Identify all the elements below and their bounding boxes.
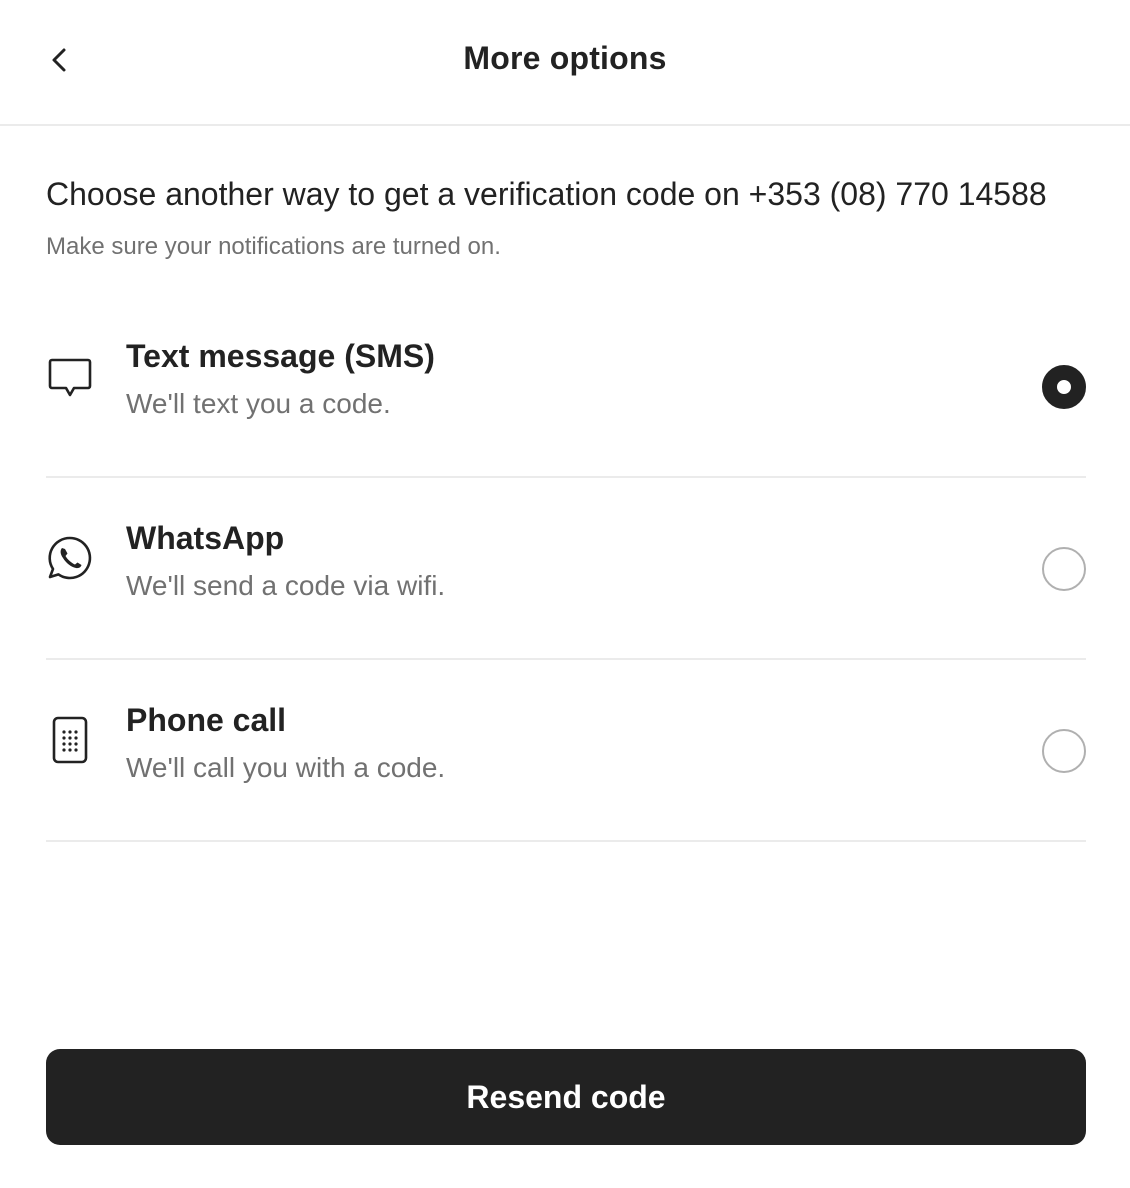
option-sms[interactable]: Text message (SMS) We'll text you a code… (46, 296, 1086, 478)
whatsapp-icon (46, 534, 94, 582)
phone-keypad-icon (46, 716, 94, 764)
intro-subtext: Make sure your notifications are turned … (46, 233, 501, 260)
option-phone-call-title: Phone call (126, 702, 287, 738)
option-whatsapp[interactable]: WhatsApp We'll send a code via wifi. (46, 478, 1086, 660)
option-phone-call-radio[interactable] (1042, 729, 1086, 773)
option-whatsapp-description: We'll send a code via wifi. (126, 570, 446, 601)
more-options-modal: More options Choose another way to get a… (0, 0, 1130, 1188)
option-phone-call-description: We'll call you with a code. (126, 752, 446, 783)
message-bubble-icon (46, 352, 94, 400)
option-whatsapp-radio[interactable] (1042, 547, 1086, 591)
option-phone-call[interactable]: Phone call We'll call you with a code. (46, 660, 1086, 842)
option-sms-title: Text message (SMS) (126, 338, 435, 374)
resend-code-button[interactable]: Resend code (46, 1049, 1086, 1145)
option-sms-radio[interactable] (1042, 365, 1086, 409)
page-title: More options (463, 40, 667, 76)
option-sms-description: We'll text you a code. (126, 388, 391, 419)
option-whatsapp-title: WhatsApp (126, 520, 285, 556)
intro-heading: Choose another way to get a verification… (46, 176, 1047, 212)
modal-header: More options (0, 0, 1130, 126)
